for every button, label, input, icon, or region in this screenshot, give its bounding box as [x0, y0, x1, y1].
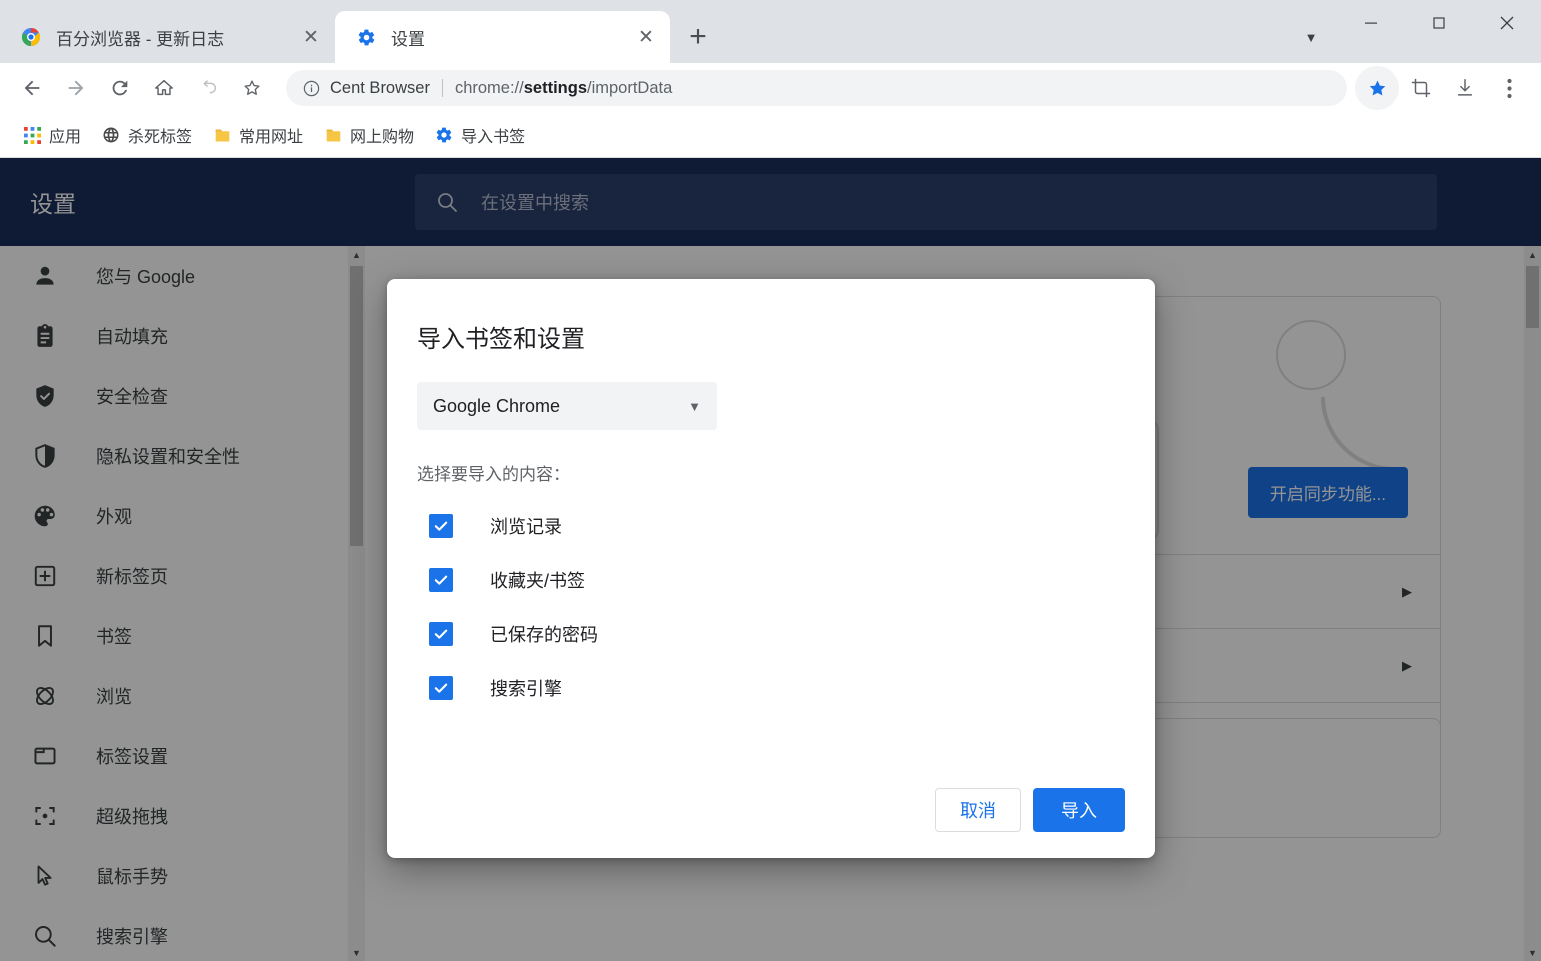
- gear-icon: [355, 26, 377, 48]
- import-item-search-engines[interactable]: 搜索引擎: [417, 675, 1125, 701]
- tab-title: 百分浏览器 - 更新日志: [56, 29, 225, 49]
- import-source-select[interactable]: Google Chrome ▼: [417, 382, 717, 430]
- cancel-button[interactable]: 取消: [935, 788, 1021, 832]
- star-outline-icon[interactable]: [230, 66, 274, 110]
- bookmark-label: 杀死标签: [128, 129, 193, 146]
- bookmark-kill-tabs[interactable]: 杀死标签: [93, 119, 200, 151]
- dialog-actions: 取消 导入: [935, 788, 1125, 832]
- folder-icon: [323, 125, 343, 145]
- select-value: Google Chrome: [433, 395, 561, 416]
- tab-close-icon[interactable]: ✕: [297, 23, 325, 51]
- bookmark-label: 应用: [49, 129, 82, 146]
- bookmark-apps[interactable]: 应用: [14, 119, 89, 151]
- bookmark-label: 网上购物: [350, 129, 415, 146]
- crop-icon[interactable]: [1399, 66, 1443, 110]
- checkbox-checked-icon[interactable]: [429, 568, 453, 592]
- import-item-favorites-bookmarks[interactable]: 收藏夹/书签: [417, 567, 1125, 593]
- bookmark-label: 常用网址: [239, 129, 304, 146]
- star-filled-bookmarked-icon[interactable]: [1355, 66, 1399, 110]
- window-close-button[interactable]: [1473, 0, 1541, 46]
- back-icon[interactable]: [10, 66, 54, 110]
- forward-icon[interactable]: [54, 66, 98, 110]
- new-tab-button[interactable]: +: [678, 17, 718, 57]
- omnibox-url: chrome://settings/importData: [454, 78, 673, 97]
- chevron-down-icon: ▼: [688, 398, 701, 414]
- browser-tab-update-log[interactable]: 百分浏览器 - 更新日志 ✕: [0, 11, 335, 63]
- reload-icon[interactable]: [98, 66, 142, 110]
- import-item-label: 收藏夹/书签: [490, 571, 586, 591]
- choose-items-label: 选择要导入的内容：: [417, 465, 570, 484]
- import-item-browsing-history[interactable]: 浏览记录: [417, 513, 1125, 539]
- address-bar[interactable]: Cent Browser chrome://settings/importDat…: [286, 70, 1347, 106]
- checkbox-checked-icon[interactable]: [429, 622, 453, 646]
- folder-icon: [212, 125, 232, 145]
- cent-browser-logo-icon: [20, 26, 42, 48]
- tab-search-caret-icon[interactable]: ▼: [1291, 17, 1331, 57]
- bookmark-folder-shopping[interactable]: 网上购物: [315, 119, 422, 151]
- home-icon[interactable]: [142, 66, 186, 110]
- tab-title: 设置: [391, 29, 425, 49]
- undo-icon[interactable]: [186, 66, 230, 110]
- apps-grid-icon: [22, 125, 42, 145]
- bookmark-import-bookmarks[interactable]: 导入书签: [426, 119, 533, 151]
- info-circle-icon[interactable]: [298, 75, 324, 101]
- bookmark-label: 导入书签: [461, 129, 526, 146]
- browser-toolbar: Cent Browser chrome://settings/importDat…: [0, 63, 1541, 113]
- three-dot-menu-icon[interactable]: [1487, 66, 1531, 110]
- import-item-label: 已保存的密码: [490, 625, 598, 645]
- tab-close-icon[interactable]: ✕: [632, 23, 660, 51]
- import-item-label: 搜索引擎: [490, 679, 562, 699]
- dialog-title: 导入书签和设置: [417, 326, 585, 353]
- browser-tab-settings[interactable]: 设置 ✕: [335, 11, 670, 63]
- omnibox-brand-label: Cent Browser: [330, 78, 430, 97]
- checkbox-checked-icon[interactable]: [429, 514, 453, 538]
- omnibox-separator: [441, 79, 443, 97]
- globe-icon: [101, 125, 121, 145]
- download-icon[interactable]: [1443, 66, 1487, 110]
- import-item-label: 浏览记录: [490, 517, 562, 537]
- bookmarks-bar: 应用 杀死标签 常用网址 网上购物 导入书签: [0, 113, 1541, 158]
- window-maximize-button[interactable]: [1405, 0, 1473, 46]
- import-button[interactable]: 导入: [1033, 788, 1125, 832]
- gear-icon: [434, 125, 454, 145]
- import-item-saved-passwords[interactable]: 已保存的密码: [417, 621, 1125, 647]
- window-controls: [1337, 0, 1541, 46]
- import-bookmarks-dialog: 导入书签和设置 Google Chrome ▼ 选择要导入的内容： 浏览记录 收…: [387, 279, 1155, 858]
- tab-strip: 百分浏览器 - 更新日志 ✕ 设置 ✕ + ▼: [0, 0, 1541, 63]
- bookmark-folder-common-sites[interactable]: 常用网址: [204, 119, 311, 151]
- checkbox-checked-icon[interactable]: [429, 676, 453, 700]
- window-minimize-button[interactable]: [1337, 0, 1405, 46]
